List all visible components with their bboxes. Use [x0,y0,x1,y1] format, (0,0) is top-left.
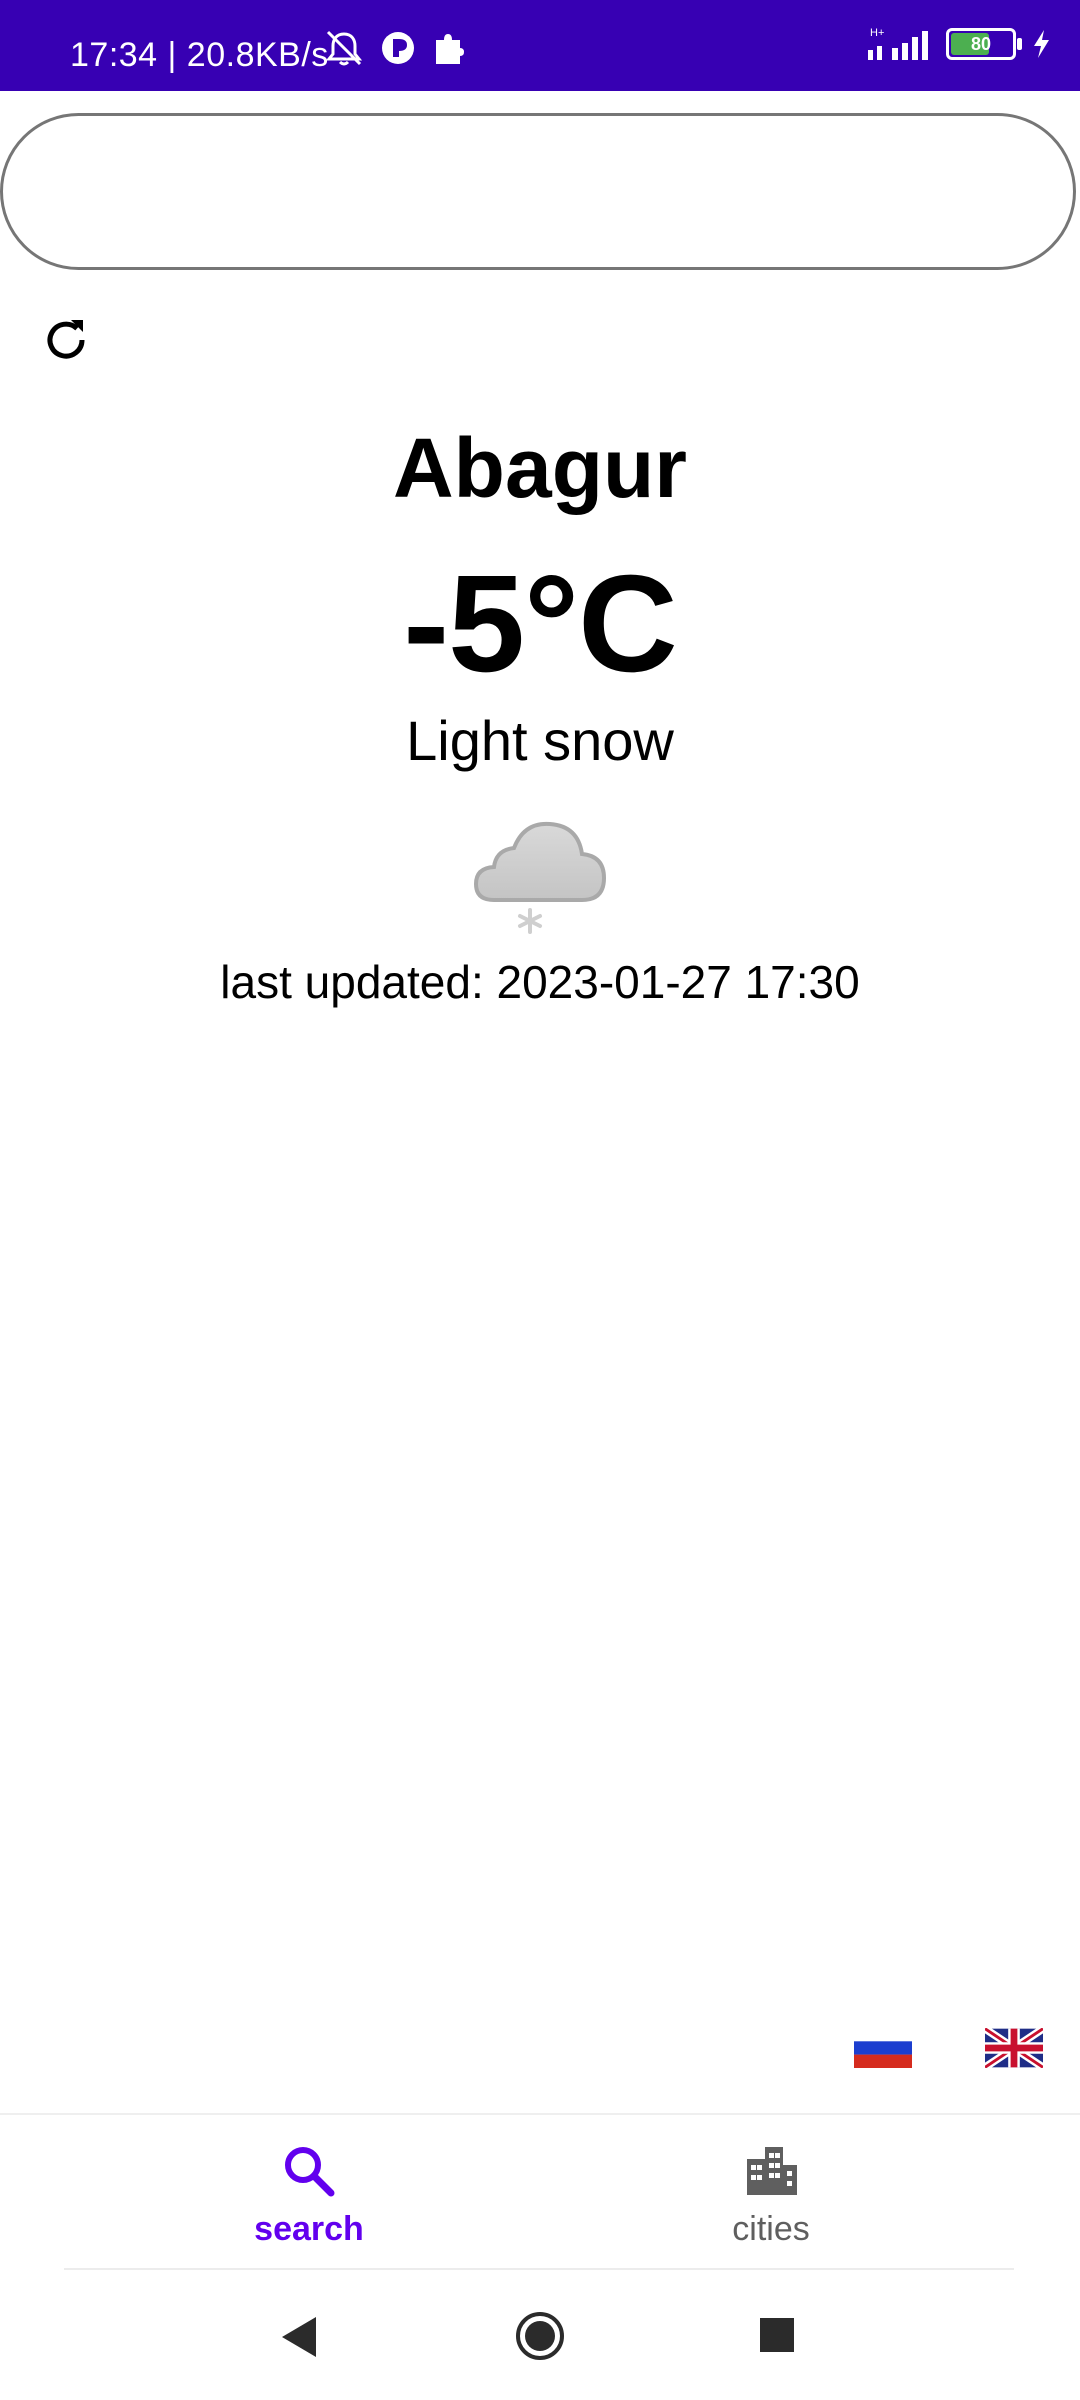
russian-flag[interactable] [854,2028,912,2068]
refresh-icon[interactable] [38,312,94,368]
nav-item-cities[interactable]: cities [621,2115,921,2269]
charging-icon [1034,30,1049,58]
city-icon [747,2147,797,2195]
nav-label-search: search [254,2210,364,2248]
cloud-snow-icon [473,821,607,934]
city-name: Abagur [393,421,687,515]
mute-icon [325,30,363,66]
signal-icon: H+ [868,27,928,60]
battery-level: 80 [970,33,992,54]
divider [64,2268,1014,2270]
puzzle-icon [436,34,464,64]
status-icons-right: H+ 80 [864,26,1052,62]
svg-text:H+: H+ [870,27,884,39]
weather-condition: Light snow [406,709,674,772]
recent-apps-icon[interactable] [760,2318,794,2352]
back-icon[interactable] [280,2315,320,2359]
status-time-speed: 17:34 | 20.8KB/s [70,36,329,74]
bottom-navigation: search cities [0,2113,1080,2271]
battery-icon: 80 [946,28,1022,60]
uk-flag[interactable] [985,2028,1043,2068]
status-icons-left [322,28,466,68]
app-icon [382,32,414,64]
last-updated: last updated: 2023-01-27 17:30 [220,956,860,1008]
search-input[interactable] [0,113,1076,270]
status-bar: 17:34 | 20.8KB/s H+ 80 [0,0,1080,91]
search-icon [285,2147,335,2197]
nav-label-cities: cities [732,2210,810,2248]
nav-item-search[interactable]: search [159,2115,459,2269]
temperature: -5°C [403,547,678,701]
home-icon[interactable] [514,2310,566,2362]
